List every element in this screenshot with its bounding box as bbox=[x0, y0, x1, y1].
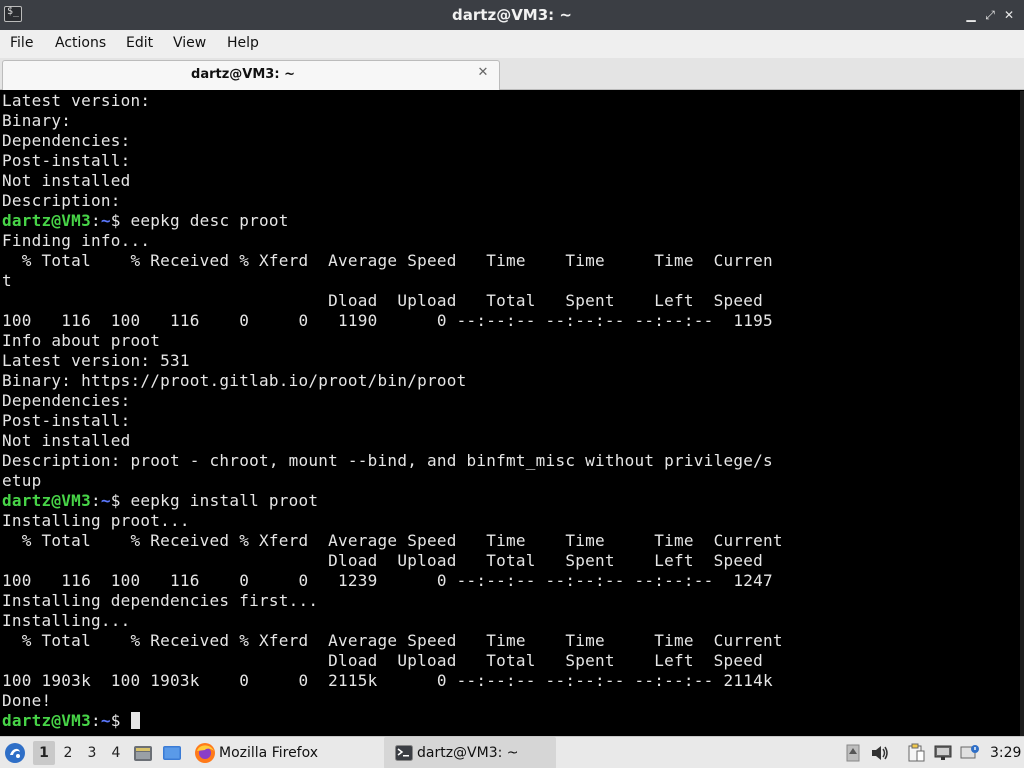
prompt-path: ~ bbox=[100, 491, 111, 510]
terminal-line: 100 116 100 116 0 0 1239 0 --:--:-- --:-… bbox=[2, 571, 773, 590]
workspace-4[interactable]: 4 bbox=[105, 741, 127, 765]
menu-bar: File Actions Edit View Help bbox=[0, 30, 1024, 58]
terminal-line: % Total % Received % Xferd Average Speed… bbox=[2, 531, 783, 550]
terminal-line: etup bbox=[2, 471, 42, 490]
taskbar-terminal[interactable]: dartz@VM3: ~ bbox=[384, 737, 556, 768]
volume-icon[interactable] bbox=[870, 742, 890, 764]
terminal-line: Latest version: bbox=[2, 91, 151, 110]
menu-help[interactable]: Help bbox=[227, 30, 259, 58]
taskbar: 1 2 3 4 Mozilla Firefox dartz@VM3: ~ 3:2… bbox=[0, 736, 1024, 768]
taskbar-firefox-label: Mozilla Firefox bbox=[219, 745, 319, 761]
terminal-line: Dload Upload Total Spent Left Speed bbox=[2, 551, 763, 570]
terminal-line: Not installed bbox=[2, 431, 131, 450]
firefox-icon bbox=[195, 743, 215, 763]
terminal-line: Dload Upload Total Spent Left Speed bbox=[2, 291, 763, 310]
terminal-line: Info about proot bbox=[2, 331, 161, 350]
prompt-dollar: $ bbox=[110, 711, 131, 730]
menu-view[interactable]: View bbox=[173, 30, 206, 58]
terminal-line: 100 1903k 100 1903k 0 0 2115k 0 --:--:--… bbox=[2, 671, 773, 690]
prompt-separator: : bbox=[90, 211, 101, 230]
terminal-line: 100 116 100 116 0 0 1190 0 --:--:-- --:-… bbox=[2, 311, 773, 330]
prompt-user: dartz@VM3 bbox=[2, 211, 91, 230]
terminal-line: Dload Upload Total Spent Left Speed bbox=[2, 651, 763, 670]
terminal-task-icon bbox=[395, 745, 413, 761]
terminal-line: Dependencies: bbox=[2, 391, 131, 410]
prompt-path: ~ bbox=[100, 711, 111, 730]
terminal-line: Description: proot - chroot, mount --bin… bbox=[2, 451, 773, 470]
menu-edit[interactable]: Edit bbox=[126, 30, 153, 58]
prompt-user: dartz@VM3 bbox=[2, 491, 91, 510]
terminal-line: Latest version: 531 bbox=[2, 351, 190, 370]
taskbar-firefox[interactable]: Mozilla Firefox bbox=[194, 737, 380, 768]
terminal-line: Done! bbox=[2, 691, 52, 710]
prompt-line: dartz@VM3:~$ eepkg install proot bbox=[0, 491, 1020, 511]
terminal-line: Binary: bbox=[2, 111, 72, 130]
terminal-line: Installing proot... bbox=[2, 511, 190, 530]
workspace-2[interactable]: 2 bbox=[57, 741, 79, 765]
close-icon[interactable]: ✕ bbox=[1000, 6, 1018, 24]
title-bar: $_ dartz@VM3: ~ ▁ ⤢ ✕ bbox=[0, 0, 1024, 30]
tab-label: dartz@VM3: ~ bbox=[191, 67, 295, 82]
command-text: eepkg install proot bbox=[130, 491, 319, 510]
menu-file[interactable]: File bbox=[10, 30, 33, 58]
prompt-separator: : bbox=[90, 491, 101, 510]
workspace-1[interactable]: 1 bbox=[33, 741, 55, 765]
tab-close-icon[interactable]: ✕ bbox=[475, 65, 491, 81]
terminal-line: Post-install: bbox=[2, 151, 131, 170]
terminal-scrollbar[interactable] bbox=[1020, 91, 1024, 736]
window-title: dartz@VM3: ~ bbox=[452, 6, 572, 24]
terminal-line: Installing... bbox=[2, 611, 131, 630]
update-notifier-icon[interactable] bbox=[960, 742, 980, 764]
show-desktop-icon[interactable] bbox=[162, 737, 184, 768]
terminal-line: Finding info... bbox=[2, 231, 151, 250]
terminal-line: Description: bbox=[2, 191, 121, 210]
file-manager-icon[interactable] bbox=[133, 737, 155, 768]
terminal-line: Dependencies: bbox=[2, 131, 131, 150]
prompt-path: ~ bbox=[100, 211, 111, 230]
menu-actions[interactable]: Actions bbox=[55, 30, 106, 58]
terminal-line: Binary: https://proot.gitlab.io/proot/bi… bbox=[2, 371, 467, 390]
minimize-icon[interactable]: ▁ bbox=[962, 6, 980, 24]
maximize-icon[interactable]: ⤢ bbox=[981, 6, 999, 24]
terminal-line: % Total % Received % Xferd Average Speed… bbox=[2, 251, 773, 270]
tab-bar: dartz@VM3: ~ ✕ bbox=[0, 58, 1024, 90]
terminal-output[interactable]: Latest version: Binary: Dependencies: Po… bbox=[0, 91, 1020, 736]
terminal-line: % Total % Received % Xferd Average Speed… bbox=[2, 631, 783, 650]
prompt-separator: : bbox=[90, 711, 101, 730]
taskbar-terminal-label: dartz@VM3: ~ bbox=[417, 745, 519, 761]
prompt-line: dartz@VM3:~$ eepkg desc proot bbox=[0, 211, 1020, 231]
tab-terminal[interactable]: dartz@VM3: ~ ✕ bbox=[2, 60, 500, 90]
clipboard-icon[interactable] bbox=[906, 742, 926, 764]
arrow-up-icon[interactable] bbox=[843, 742, 863, 764]
network-icon[interactable] bbox=[933, 742, 953, 764]
command-text: eepkg desc proot bbox=[130, 211, 289, 230]
prompt-user: dartz@VM3 bbox=[2, 711, 91, 730]
prompt-dollar: $ bbox=[110, 211, 131, 230]
terminal-line: t bbox=[2, 271, 12, 290]
workspace-3[interactable]: 3 bbox=[81, 741, 103, 765]
text-cursor bbox=[130, 712, 140, 729]
prompt-line: dartz@VM3:~$ bbox=[0, 711, 1020, 731]
app-menu-icon[interactable] bbox=[4, 737, 28, 768]
terminal-line: Installing dependencies first... bbox=[2, 591, 319, 610]
clock[interactable]: 3:29 bbox=[990, 737, 1021, 768]
terminal-line: Not installed bbox=[2, 171, 131, 190]
terminal-line: Post-install: bbox=[2, 411, 131, 430]
prompt-dollar: $ bbox=[110, 491, 131, 510]
